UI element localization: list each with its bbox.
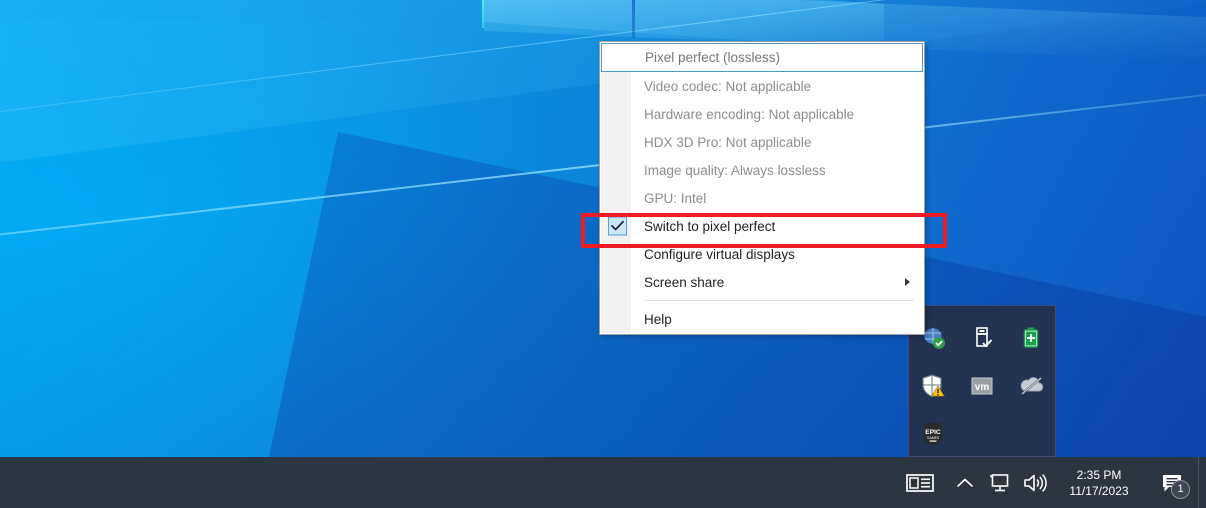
usb-safely-remove-icon[interactable] <box>965 321 999 355</box>
menu-item-image-quality: Image quality: Always lossless <box>600 156 924 184</box>
menu-item-label: GPU: Intel <box>644 191 706 206</box>
menu-item-screen-share[interactable]: Screen share <box>600 268 924 296</box>
notification-center-button[interactable]: 1 <box>1146 457 1198 508</box>
epic-games-icon[interactable]: EPIC GAMES <box>916 417 950 451</box>
menu-item-label: Image quality: Always lossless <box>644 163 826 178</box>
menu-item-label: Video codec: Not applicable <box>644 79 811 94</box>
show-desktop-button[interactable] <box>1198 457 1206 508</box>
clock-time: 2:35 PM <box>1077 467 1122 483</box>
chevron-up-icon[interactable] <box>948 457 982 508</box>
menu-item-video-codec: Video codec: Not applicable <box>600 72 924 100</box>
wallpaper-vertical-edge-2 <box>632 0 635 38</box>
vmware-icon[interactable]: vm <box>965 369 999 403</box>
news-and-interests-icon[interactable] <box>892 457 948 508</box>
onedrive-paused-icon[interactable] <box>1014 369 1048 403</box>
menu-item-configure-virtual-displays[interactable]: Configure virtual displays <box>600 240 924 268</box>
clock-date: 11/17/2023 <box>1069 483 1128 499</box>
menu-item-label: HDX 3D Pro: Not applicable <box>644 135 811 150</box>
citrix-context-menu[interactable]: Pixel perfect (lossless) Video codec: No… <box>599 41 925 335</box>
menu-item-pixel-perfect[interactable]: Pixel perfect (lossless) <box>601 43 923 72</box>
svg-text:EPIC: EPIC <box>926 429 942 436</box>
menu-item-gpu: GPU: Intel <box>600 184 924 212</box>
menu-item-switch-to-pixel-perfect[interactable]: Switch to pixel perfect <box>600 212 924 240</box>
submenu-arrow-icon <box>905 278 910 286</box>
taskbar[interactable]: 2:35 PM 11/17/2023 1 <box>0 457 1206 508</box>
menu-item-label: Pixel perfect (lossless) <box>645 50 780 65</box>
system-tray-flyout[interactable]: vm EPIC GAMES <box>908 305 1056 457</box>
wallpaper-vertical-edge <box>482 0 484 28</box>
menu-item-label: Help <box>644 312 672 327</box>
menu-item-hdx-3d-pro: HDX 3D Pro: Not applicable <box>600 128 924 156</box>
menu-item-label: Hardware encoding: Not applicable <box>644 107 854 122</box>
network-display-icon[interactable] <box>982 457 1016 508</box>
menu-item-help[interactable]: Help <box>600 305 924 333</box>
security-shield-warning-icon[interactable] <box>916 369 950 403</box>
menu-item-hardware-encoding: Hardware encoding: Not applicable <box>600 100 924 128</box>
menu-separator <box>644 300 914 301</box>
checkbox-checked-icon[interactable] <box>608 217 627 236</box>
speaker-icon[interactable] <box>1016 457 1054 508</box>
taskbar-clock[interactable]: 2:35 PM 11/17/2023 <box>1054 457 1146 508</box>
svg-text:GAMES: GAMES <box>927 436 940 440</box>
battery-icon[interactable] <box>1014 321 1048 355</box>
svg-text:vm: vm <box>975 382 990 393</box>
menu-item-label: Screen share <box>644 275 724 290</box>
menu-item-label: Switch to pixel perfect <box>644 219 775 234</box>
notification-count-badge: 1 <box>1171 480 1190 499</box>
menu-item-label: Configure virtual displays <box>644 247 795 262</box>
